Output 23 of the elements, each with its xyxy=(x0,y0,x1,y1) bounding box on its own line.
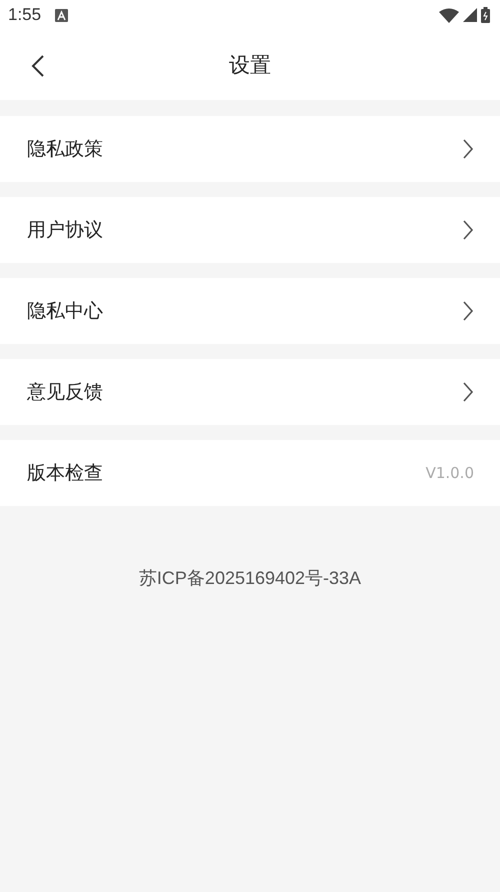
battery-icon xyxy=(481,7,490,23)
chevron-right-icon xyxy=(462,301,474,321)
settings-row[interactable]: 意见反馈 xyxy=(0,359,500,425)
chevron-right-icon xyxy=(462,382,474,402)
wifi-icon xyxy=(439,8,459,22)
setting-label: 隐私政策 xyxy=(27,137,103,162)
status-time: 1:55 xyxy=(8,5,42,25)
page-title: 设置 xyxy=(229,52,271,79)
signal-icon xyxy=(463,8,477,22)
settings-row[interactable]: 用户协议 xyxy=(0,197,500,263)
setting-label: 意见反馈 xyxy=(27,380,103,405)
chevron-right-icon xyxy=(462,139,474,159)
settings-row[interactable]: 隐私中心 xyxy=(0,278,500,344)
notification-icon xyxy=(55,8,68,22)
settings-row[interactable]: 版本检查 V1.0.0 xyxy=(0,440,500,506)
icp-license-text: 苏ICP备2025169402号-33A xyxy=(138,567,362,590)
settings-row[interactable]: 隐私政策 xyxy=(0,116,500,182)
back-icon[interactable] xyxy=(30,54,46,78)
setting-label: 隐私中心 xyxy=(27,299,103,324)
version-value: V1.0.0 xyxy=(426,464,474,482)
setting-label: 用户协议 xyxy=(27,218,103,243)
setting-label: 版本检查 xyxy=(27,461,103,486)
chevron-right-icon xyxy=(462,220,474,240)
